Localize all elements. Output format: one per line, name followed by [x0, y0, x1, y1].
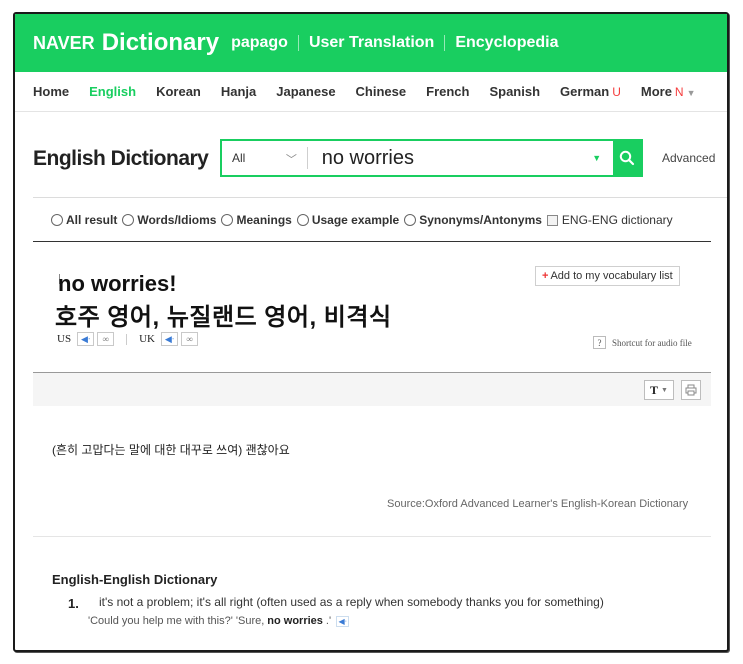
search-icon	[619, 150, 634, 166]
entry-meaning: (흔히 고맙다는 말에 대한 대꾸로 쓰여) 괜찮아요	[52, 443, 290, 457]
filter-label: Words/Idioms	[137, 213, 217, 227]
print-button[interactable]	[681, 380, 701, 400]
add-to-vocabulary-button[interactable]: + Add to my vocabulary list	[535, 266, 680, 286]
divider	[33, 197, 727, 198]
radio-icon	[221, 214, 234, 226]
nav-item-german[interactable]: German U	[560, 84, 621, 99]
new-badge: N	[674, 85, 684, 99]
filter-all-result[interactable]: All result	[51, 213, 117, 227]
example-text-end: .'	[325, 615, 332, 627]
chevron-down-icon: ﹀	[285, 154, 297, 166]
top-header-bar: NAVER Dictionary papago User Translation…	[15, 14, 727, 72]
nav-item-french[interactable]: French	[426, 84, 469, 99]
page-title: English Dictionary	[33, 147, 209, 170]
filter-label: Usage example	[311, 213, 400, 227]
header-divider	[297, 35, 299, 51]
entry-headword: no worries!	[58, 271, 177, 296]
nav-item-japanese[interactable]: Japanese	[276, 84, 335, 99]
definition-number: 1.	[68, 596, 79, 611]
nav-item-english[interactable]: English	[89, 84, 136, 99]
nav-item-hanja[interactable]: Hanja	[221, 84, 256, 99]
repeat-play-icon[interactable]: ∞	[180, 332, 198, 346]
update-badge: U	[612, 85, 621, 99]
vocab-button-label: Add to my vocabulary list	[550, 270, 673, 282]
entry-source: Source:Oxford Advanced Learner's English…	[387, 498, 689, 510]
user-translation-link[interactable]: User Translation	[309, 34, 434, 52]
filter-usage-example[interactable]: Usage example	[296, 213, 400, 227]
help-icon: ?	[593, 336, 606, 349]
advanced-search-link[interactable]: Advanced	[662, 151, 715, 165]
filter-words-idioms[interactable]: Words/Idioms	[122, 213, 216, 227]
entry-region-label: 호주 영어, 뉴질랜드 영어, 비격식	[55, 304, 392, 331]
speaker-icon[interactable]: ◀ᐧ	[160, 332, 178, 346]
papago-link[interactable]: papago	[231, 34, 288, 52]
audio-shortcut-help[interactable]: ? Shortcut for audio file	[593, 336, 692, 349]
speaker-icon[interactable]: ◀ᐧ	[336, 615, 350, 627]
language-nav: Home English Korean Hanja Japanese Chine…	[15, 72, 727, 112]
search-button[interactable]	[612, 141, 641, 175]
dictionary-logo[interactable]: Dictionary	[102, 29, 219, 57]
definition-text: it's not a problem; it's all right (ofte…	[99, 595, 604, 609]
radio-icon	[296, 214, 309, 226]
speaker-icon[interactable]: ◀ᐧ	[77, 332, 95, 346]
filter-label: Synonyms/Antonyms	[419, 213, 542, 227]
filter-label: All result	[66, 213, 118, 227]
chevron-down-icon: ▼	[686, 88, 696, 98]
pronunciation-row: US ◀ᐧ ∞ UK ◀ᐧ ∞	[57, 332, 198, 346]
eng-eng-checkbox[interactable]: ENG-ENG dictionary	[546, 213, 673, 227]
naver-logo[interactable]: NAVER	[33, 33, 95, 54]
repeat-play-icon[interactable]: ∞	[97, 332, 115, 346]
encyclopedia-link[interactable]: Encyclopedia	[455, 34, 558, 52]
print-icon	[685, 384, 697, 396]
english-english-section-title: English-English Dictionary	[52, 572, 218, 587]
nav-item-korean[interactable]: Korean	[156, 84, 201, 99]
example-sentence: 'Could you help me with this?' 'Sure, no…	[88, 615, 350, 627]
nav-item-chinese[interactable]: Chinese	[356, 84, 407, 99]
example-highlight: no worries	[267, 615, 323, 627]
shortcut-label: Shortcut for audio file	[612, 337, 692, 348]
result-filters: All result Words/Idioms Meanings Usage e…	[51, 213, 678, 227]
nav-item-spanish[interactable]: Spanish	[489, 84, 540, 99]
search-scope-select[interactable]: All ﹀	[222, 141, 307, 175]
checkbox-label: ENG-ENG dictionary	[561, 213, 673, 227]
autocomplete-toggle-icon[interactable]: ▼	[587, 153, 607, 163]
radio-icon	[122, 214, 135, 226]
filter-meanings[interactable]: Meanings	[221, 213, 292, 227]
pron-uk-label: UK	[139, 333, 155, 345]
search-input[interactable]	[307, 141, 587, 175]
search-box: All ﹀ ▼	[220, 139, 643, 177]
nav-item-home[interactable]: Home	[33, 84, 69, 99]
header-divider	[444, 35, 446, 51]
divider	[33, 536, 711, 537]
nav-item-more[interactable]: More N ▼	[641, 84, 696, 99]
nav-german-label: German	[560, 84, 610, 99]
filter-synonyms-antonyms[interactable]: Synonyms/Antonyms	[404, 213, 542, 227]
example-text: 'Could you help me with this?' 'Sure,	[88, 615, 265, 627]
pron-us-label: US	[57, 333, 72, 345]
filter-label: Meanings	[236, 213, 292, 227]
radio-icon	[404, 214, 417, 226]
entry-toolbar: T ▼	[33, 372, 711, 406]
font-size-label: T	[650, 382, 659, 397]
nav-more-label: More	[640, 84, 672, 99]
plus-icon: +	[542, 270, 549, 282]
checkbox-icon	[546, 215, 558, 226]
divider	[126, 333, 128, 345]
page-frame: NAVER Dictionary papago User Translation…	[13, 12, 729, 652]
divider	[33, 241, 711, 242]
radio-icon	[51, 214, 63, 226]
font-size-button[interactable]: T ▼	[644, 380, 674, 400]
chevron-down-icon: ▼	[661, 386, 668, 394]
search-scope-value: All	[232, 151, 246, 165]
